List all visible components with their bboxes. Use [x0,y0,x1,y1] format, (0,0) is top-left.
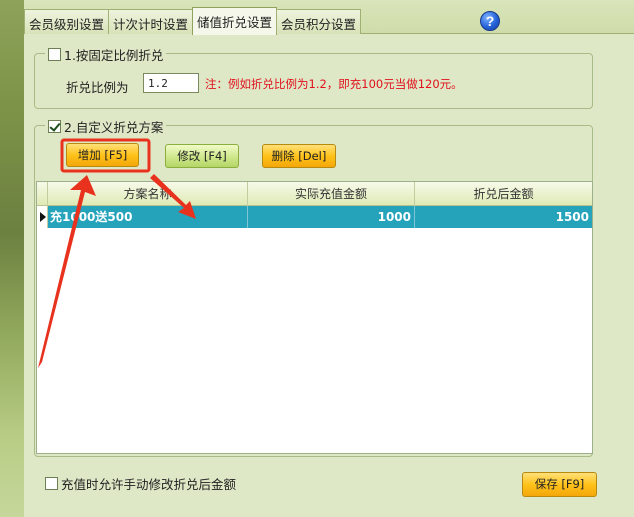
save-button[interactable]: 保存 [F9] [522,472,597,497]
help-icon[interactable]: ? [480,11,500,31]
column-header-after[interactable]: 折兑后金额 [415,182,592,206]
delete-button[interactable]: 删除 [Del] [262,144,336,168]
grid-header: 方案名称 实际充值金额 折兑后金额 [37,182,592,206]
fixed-ratio-title: 1.按固定比例折兑 [45,45,167,64]
ratio-label: 折兑比例为 [66,80,129,95]
fixed-ratio-label: 1.按固定比例折兑 [64,48,164,63]
add-button[interactable]: 增加 [F5] [66,143,139,167]
table-row[interactable]: 充1000送500 1000 1500 [37,206,592,228]
grid-header-corner [37,182,48,206]
tab-stored-value[interactable]: 储值折兑设置 [192,7,278,35]
ratio-note: 注：例如折兑比例为1.2，即充100元当做120元。 [205,77,463,91]
cell-name: 充1000送500 [49,206,248,228]
cell-after: 1500 [555,210,589,224]
column-header-actual[interactable]: 实际充值金额 [248,182,415,206]
fixed-ratio-checkbox[interactable] [48,48,61,61]
edit-button[interactable]: 修改 [F4] [165,144,239,168]
ratio-input[interactable] [143,73,199,93]
tab-count-time[interactable]: 计次计时设置 [108,9,194,34]
custom-scheme-label: 2.自定义折兑方案 [64,120,164,135]
allow-manual-label: 充值时允许手动修改折兑后金额 [61,477,237,492]
row-pointer-icon [37,206,48,228]
fixed-ratio-group: 1.按固定比例折兑 折兑比例为 注：例如折兑比例为1.2，即充100元当做120… [34,45,593,109]
tab-member-points[interactable]: 会员积分设置 [276,9,362,34]
window-edge [0,0,24,517]
allow-manual-checkbox[interactable] [45,477,58,490]
scheme-grid: 方案名称 实际充值金额 折兑后金额 充1000送500 1000 1500 [36,181,593,454]
custom-scheme-checkbox[interactable] [48,120,61,133]
column-header-name[interactable]: 方案名称 [48,182,248,206]
tab-member-level[interactable]: 会员级别设置 [24,9,110,34]
cell-actual: 1000 [248,206,415,228]
custom-scheme-title: 2.自定义折兑方案 [45,117,167,136]
tab-bar: 会员级别设置 计次计时设置 储值折兑设置 会员积分设置 ? [24,0,634,35]
allow-manual-option[interactable]: 充值时允许手动修改折兑后金额 [45,474,236,493]
settings-panel: 会员级别设置 计次计时设置 储值折兑设置 会员积分设置 ? 1.按固定比例折兑 … [24,0,634,517]
